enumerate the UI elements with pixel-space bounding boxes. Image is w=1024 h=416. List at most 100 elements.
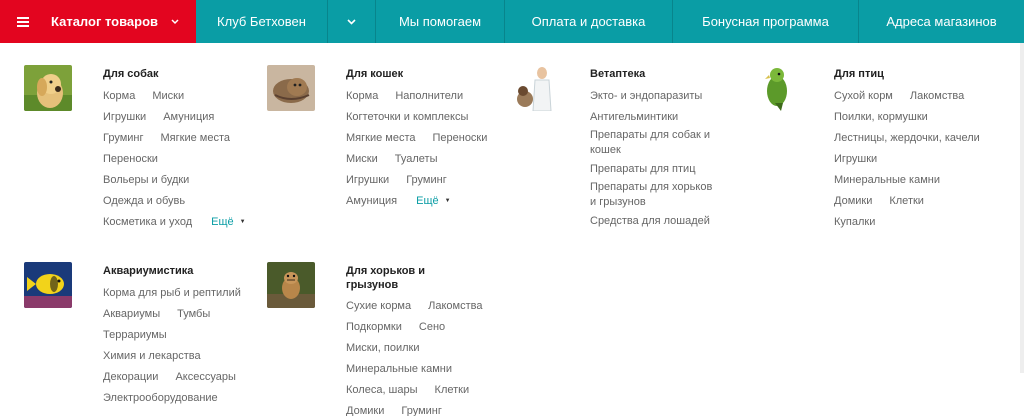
link-bird-feeders[interactable]: Поилки, кормушки	[834, 111, 928, 123]
link-cat-beds[interactable]: Мягкие места	[346, 132, 415, 144]
link-rodent-houses[interactable]: Домики	[346, 405, 384, 416]
club-dropdown-toggle[interactable]	[327, 0, 375, 43]
nav-club-beethoven[interactable]: Клуб Бетховен	[196, 0, 327, 43]
link-cat-ammo[interactable]: Амуниция	[346, 195, 397, 207]
list-item: Амуниция Ещё ▼	[346, 190, 504, 211]
link-cat-toys[interactable]: Игрушки	[346, 174, 389, 186]
list-item: Корма для рыб и рептилий	[103, 282, 258, 303]
link-rodent-cages[interactable]: Клетки	[435, 384, 470, 396]
link-bird-baths[interactable]: Купалки	[834, 216, 875, 228]
list-item: Корма Наполнители	[346, 85, 504, 106]
link-aqua-decor[interactable]: Декорации	[103, 371, 158, 383]
link-aqua-stands[interactable]: Тумбы	[177, 308, 210, 320]
list-item: Сухие корма Лакомства	[346, 295, 499, 316]
nav-bonus-program[interactable]: Бонусная программа	[672, 0, 858, 43]
link-cat-grooming[interactable]: Груминг	[406, 174, 447, 186]
cat-image[interactable]	[267, 65, 315, 111]
link-vet-birds[interactable]: Препараты для птиц	[590, 163, 696, 175]
list-item: Лестницы, жердочки, качели	[834, 127, 997, 148]
list-item: Химия и лекарства	[103, 345, 258, 366]
section-title-cats: Для кошек	[346, 68, 404, 80]
link-rodent-treats[interactable]: Лакомства	[428, 300, 482, 312]
list-item: Переноски	[103, 148, 247, 169]
link-dog-grooming[interactable]: Груминг	[103, 132, 144, 144]
link-dog-ammo[interactable]: Амуниция	[163, 111, 214, 123]
fish-image[interactable]	[24, 262, 72, 308]
link-bird-cages[interactable]: Клетки	[889, 195, 924, 207]
link-dog-clothes[interactable]: Одежда и обувь	[103, 195, 185, 207]
link-bird-toys[interactable]: Игрушки	[834, 153, 877, 165]
link-dog-bowls[interactable]: Миски	[152, 90, 184, 102]
link-bird-ladders[interactable]: Лестницы, жердочки, качели	[834, 132, 980, 144]
more-label: Ещё	[416, 194, 439, 207]
link-aqua-accessories[interactable]: Аксессуары	[175, 371, 235, 383]
chipmunk-image[interactable]	[267, 262, 315, 308]
vet-links: Экто- и эндопаразиты Антигельминтики Пре…	[590, 85, 730, 231]
section-title-aquaristics: Аквариумистика	[103, 265, 194, 277]
link-vet-horses[interactable]: Средства для лошадей	[590, 215, 710, 227]
link-aqua-terrariums[interactable]: Террариумы	[103, 329, 167, 341]
dog-image[interactable]	[24, 65, 72, 111]
link-bird-treats[interactable]: Лакомства	[910, 90, 964, 102]
more-cats-button[interactable]: Ещё ▼	[416, 195, 450, 207]
birds-links: Сухой корм Лакомства Поилки, кормушки Лес…	[834, 85, 997, 232]
vet-image[interactable]	[511, 65, 559, 111]
link-dog-cosmetics[interactable]: Косметика и уход	[103, 216, 192, 228]
list-item: Террариумы	[103, 324, 258, 345]
list-item: Декорации Аксессуары	[103, 366, 258, 387]
link-rodent-wheels[interactable]: Колеса, шары	[346, 384, 418, 396]
link-cat-litter[interactable]: Наполнители	[395, 90, 463, 102]
list-item: Груминг Мягкие места	[103, 127, 247, 148]
link-bird-dry-food[interactable]: Сухой корм	[834, 90, 893, 102]
list-item: Вольеры и будки	[103, 169, 247, 190]
link-vet-anthelmintics[interactable]: Антигельминтики	[590, 111, 678, 123]
nav-payment-delivery[interactable]: Оплата и доставка	[504, 0, 672, 43]
link-aqua-food[interactable]: Корма для рыб и рептилий	[103, 287, 241, 299]
list-item: Антигельминтики	[590, 106, 730, 127]
link-bird-houses[interactable]: Домики	[834, 195, 872, 207]
list-item: Препараты для хорьков и грызунов	[590, 179, 730, 210]
link-dog-enclosures[interactable]: Вольеры и будки	[103, 174, 189, 186]
link-rodent-supplements[interactable]: Подкормки	[346, 321, 402, 333]
link-cat-bowls[interactable]: Миски	[346, 153, 378, 165]
list-item: Игрушки	[834, 148, 997, 169]
link-rodent-bowls[interactable]: Миски, поилки	[346, 342, 419, 354]
link-cat-carriers[interactable]: Переноски	[432, 132, 487, 144]
scrollbar[interactable]	[1020, 43, 1024, 373]
section-title-dogs: Для собак	[103, 68, 159, 80]
parrot-image[interactable]	[755, 65, 803, 111]
link-cat-toilets[interactable]: Туалеты	[395, 153, 438, 165]
list-item: Когтеточки и комплексы	[346, 106, 504, 127]
nav-store-addresses[interactable]: Адреса магазинов	[858, 0, 1024, 43]
link-bird-minerals[interactable]: Минеральные камни	[834, 174, 940, 186]
link-rodent-dry-food[interactable]: Сухие корма	[346, 300, 411, 312]
catalog-menu-button[interactable]: Каталог товаров	[0, 0, 196, 43]
link-rodent-grooming[interactable]: Груминг	[401, 405, 442, 416]
link-dog-carriers[interactable]: Переноски	[103, 153, 158, 165]
list-item: Купалки	[834, 211, 997, 232]
link-dog-food[interactable]: Корма	[103, 90, 135, 102]
more-label: Ещё	[211, 215, 234, 228]
more-dogs-button[interactable]: Ещё ▼	[211, 216, 245, 228]
link-vet-ferrets-rodents[interactable]: Препараты для хорьков и грызунов	[590, 180, 713, 210]
link-aqua-chemicals[interactable]: Химия и лекарства	[103, 350, 201, 362]
link-vet-parasites[interactable]: Экто- и эндопаразиты	[590, 90, 702, 102]
link-rodent-hay[interactable]: Сено	[419, 321, 445, 333]
dogs-links: Корма Миски Игрушки Амуниция Груминг Мягкие…	[103, 85, 247, 232]
link-rodent-minerals[interactable]: Минеральные камни	[346, 363, 452, 375]
catalog-label: Каталог товаров	[51, 14, 159, 29]
link-aqua-aquariums[interactable]: Аквариумы	[103, 308, 160, 320]
cats-links: Корма Наполнители Когтеточки и комплексы …	[346, 85, 504, 211]
list-item: Мягкие места Переноски	[346, 127, 504, 148]
link-dog-beds[interactable]: Мягкие места	[161, 132, 230, 144]
link-vet-dogs-cats[interactable]: Препараты для собак и кошек	[590, 128, 713, 158]
link-cat-food[interactable]: Корма	[346, 90, 378, 102]
nav-we-help[interactable]: Мы помогаем	[375, 0, 504, 43]
list-item: Сухой корм Лакомства	[834, 85, 997, 106]
link-aqua-electrical[interactable]: Электрооборудование	[103, 392, 218, 404]
section-title-ferrets-rodents: Для хорьков и грызунов	[346, 265, 426, 291]
list-item: Домики Клетки	[834, 190, 997, 211]
link-dog-toys[interactable]: Игрушки	[103, 111, 146, 123]
list-item: Аквариумы Тумбы	[103, 303, 258, 324]
link-cat-scratchers[interactable]: Когтеточки и комплексы	[346, 111, 468, 123]
